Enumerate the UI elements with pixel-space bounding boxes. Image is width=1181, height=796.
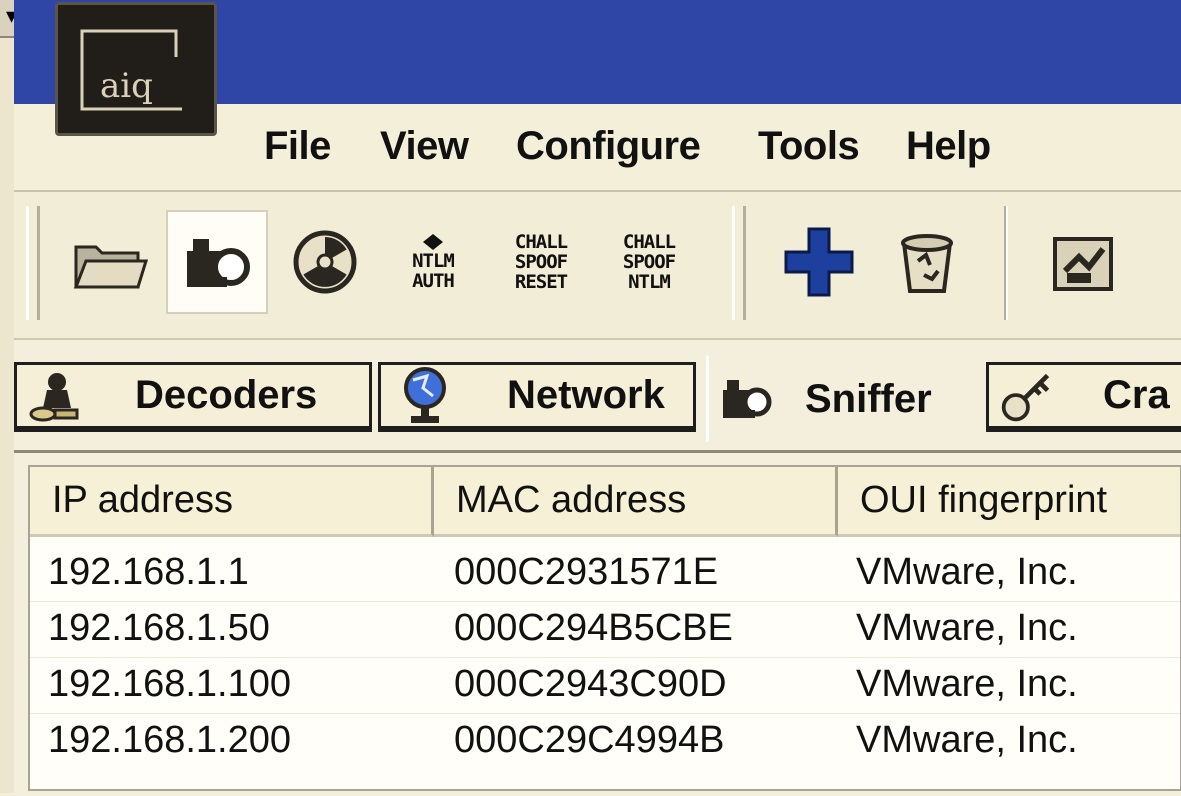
chall-spoof-reset-icon: CHALL SPOOF RESET — [514, 231, 568, 293]
start-sniffer-button[interactable] — [166, 210, 268, 314]
table-row[interactable]: 192.168.1.200 000C29C4994B VMware, Inc. — [30, 713, 1180, 769]
cell-ip: 192.168.1.1 — [48, 551, 249, 593]
radiation-icon — [293, 230, 357, 294]
recycle-bin-icon — [901, 234, 953, 293]
cell-oui: VMware, Inc. — [856, 551, 1078, 593]
cell-ip: 192.168.1.50 — [48, 607, 270, 649]
ntlm-auth-icon: NTLM AUTH — [412, 233, 455, 292]
menu-tools[interactable]: Tools — [758, 124, 860, 169]
toolbar: NTLM AUTH CHALL SPOOF RESET CHALL SPOOF … — [14, 192, 1181, 341]
cell-oui: VMware, Inc. — [856, 607, 1078, 649]
column-header-mac[interactable]: MAC address — [434, 467, 838, 537]
sniffer-hosts-panel: IP address MAC address OUI fingerprint 1… — [14, 450, 1181, 796]
cain-logo: aiq — [55, 2, 217, 136]
ntlm-auth-button[interactable]: NTLM AUTH — [382, 210, 484, 314]
cell-mac: 000C29C4994B — [454, 719, 725, 761]
route-button[interactable] — [1032, 210, 1134, 314]
add-button[interactable] — [768, 210, 870, 314]
chall-spoof-ntlm-icon: CHALL SPOOF NTLM — [622, 231, 676, 293]
chall-spoof-reset-button[interactable]: CHALL SPOOF RESET — [490, 210, 592, 314]
tab-network-label: Network — [507, 373, 665, 417]
chall-spoof-ntlm-line-1: CHALL — [622, 231, 676, 253]
tab-strip: Decoders Network Sniffer Cra — [14, 340, 1181, 450]
toolbar-separator — [1004, 206, 1008, 320]
cell-mac: 000C2943C90D — [454, 663, 727, 705]
tab-decoders-label: Decoders — [135, 373, 318, 417]
remove-button[interactable] — [876, 210, 978, 314]
tab-decoders[interactable]: Decoders — [14, 362, 372, 432]
tab-sniffer-label: Sniffer — [805, 377, 932, 421]
open-button[interactable] — [58, 210, 160, 314]
menu-file[interactable]: File — [264, 124, 331, 169]
sniffer-tab-icon — [719, 372, 775, 428]
column-header-oui[interactable]: OUI fingerprint — [838, 467, 1180, 537]
tab-cracker-label: Cra — [1103, 373, 1170, 417]
network-icon — [397, 366, 453, 424]
chall-spoof-reset-line-3: RESET — [514, 271, 568, 293]
cell-ip: 192.168.1.200 — [48, 719, 292, 761]
table-row[interactable]: 192.168.1.100 000C2943C90D VMware, Inc. — [30, 657, 1180, 713]
cell-mac: 000C2931571E — [454, 551, 719, 593]
cell-ip: 192.168.1.100 — [48, 663, 292, 705]
svg-text:aiq: aiq — [100, 66, 153, 106]
menu-help[interactable]: Help — [906, 124, 991, 169]
decoders-icon — [27, 368, 83, 424]
table-row[interactable]: 192.168.1.50 000C294B5CBE VMware, Inc. — [30, 601, 1180, 657]
chall-spoof-ntlm-button[interactable]: CHALL SPOOF NTLM — [598, 210, 700, 314]
tab-cracker[interactable]: Cra — [986, 362, 1181, 432]
chall-spoof-reset-line-1: CHALL — [514, 231, 568, 253]
menu-configure[interactable]: Configure — [516, 124, 701, 169]
column-header-ip[interactable]: IP address — [30, 467, 434, 537]
ntlm-auth-line-2: AUTH — [412, 270, 455, 292]
ntlm-auth-line-1: NTLM — [412, 250, 455, 272]
cell-mac: 000C294B5CBE — [454, 607, 733, 649]
tab-sniffer[interactable]: Sniffer — [706, 354, 982, 442]
network-map-icon — [1053, 237, 1113, 291]
toolbar-grip[interactable] — [26, 206, 40, 320]
sniffer-icon — [187, 239, 250, 287]
chall-spoof-reset-line-2: SPOOF — [514, 251, 568, 273]
toolbar-grip-2[interactable] — [732, 206, 746, 320]
open-folder-icon — [73, 245, 148, 289]
apr-poisoning-button[interactable] — [274, 210, 376, 314]
cell-oui: VMware, Inc. — [856, 719, 1078, 761]
menu-view[interactable]: View — [380, 124, 469, 169]
cracker-icon — [999, 368, 1055, 424]
add-icon — [784, 227, 854, 297]
table-row[interactable]: 192.168.1.1 000C2931571E VMware, Inc. — [30, 545, 1180, 601]
chall-spoof-ntlm-line-3: NTLM — [628, 271, 671, 293]
cell-oui: VMware, Inc. — [856, 663, 1078, 705]
chall-spoof-ntlm-line-2: SPOOF — [622, 251, 676, 273]
hosts-table: IP address MAC address OUI fingerprint 1… — [28, 465, 1181, 791]
tab-network[interactable]: Network — [378, 362, 696, 432]
